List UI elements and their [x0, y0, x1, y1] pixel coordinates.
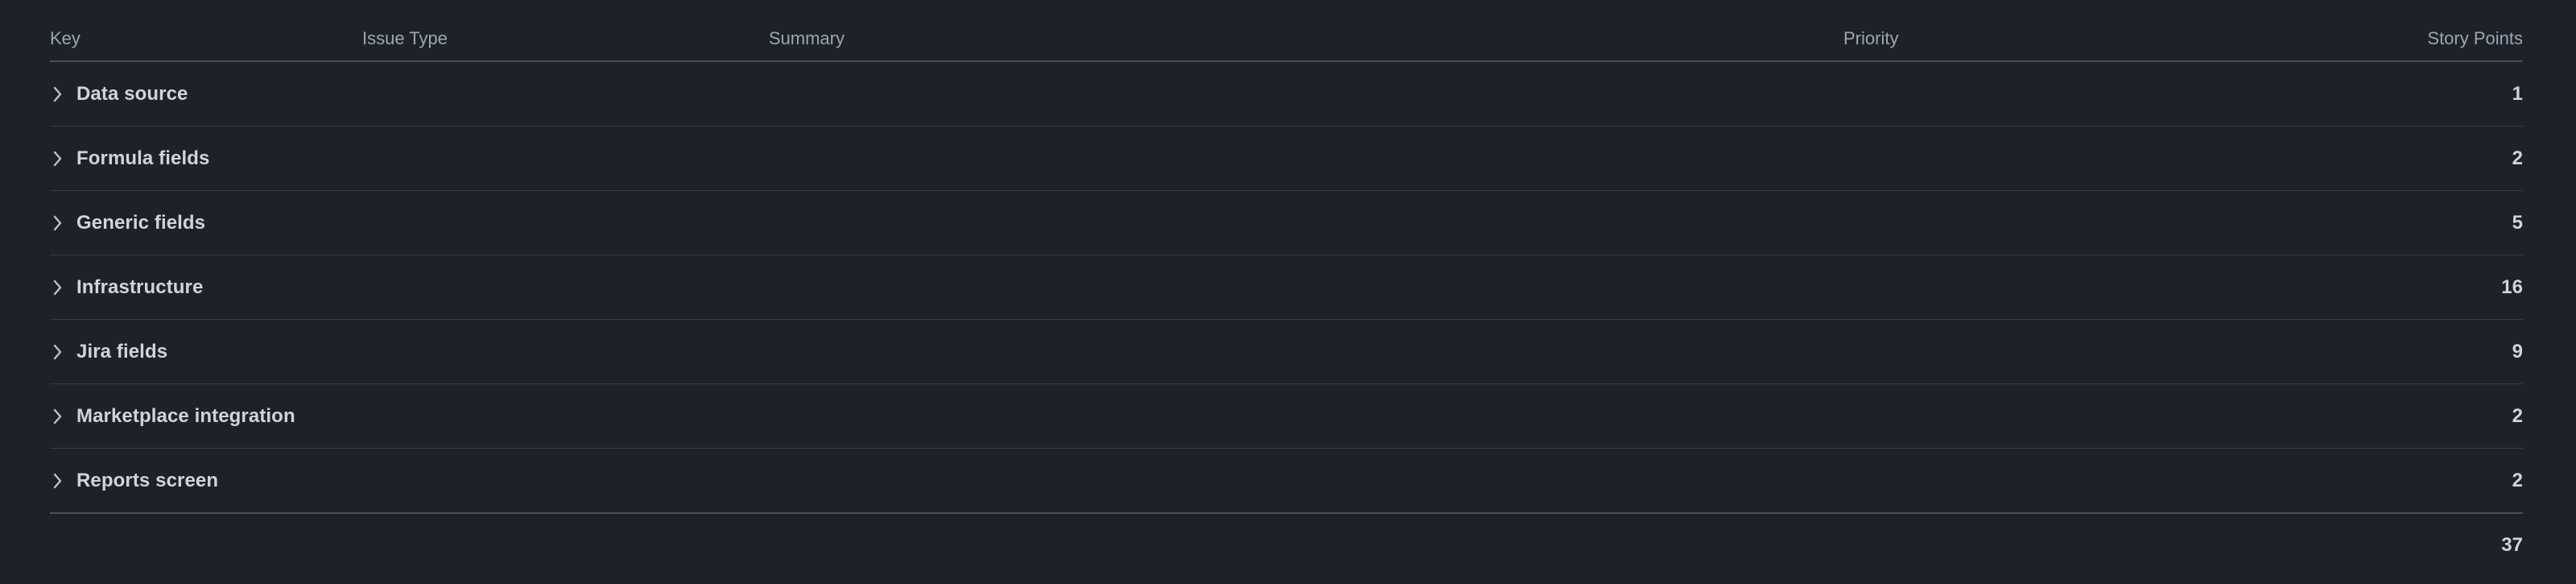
table-row[interactable]: Marketplace integration 2 — [50, 384, 2523, 449]
column-header-key[interactable]: Key — [50, 30, 362, 60]
chevron-right-icon[interactable] — [50, 149, 66, 168]
table-row[interactable]: Generic fields 5 — [50, 191, 2523, 255]
chevron-right-icon[interactable] — [50, 407, 66, 426]
row-group-label: Reports screen — [76, 470, 219, 491]
row-group-label: Marketplace integration — [76, 406, 295, 426]
row-story-points-cell: 1 — [2512, 84, 2523, 104]
chevron-right-icon[interactable] — [50, 213, 66, 233]
issue-summary-table: Key Issue Type Summary Priority Story Po… — [50, 0, 2523, 584]
chevron-right-icon[interactable] — [50, 471, 66, 491]
row-group-label: Infrastructure — [76, 277, 204, 297]
row-key-cell: Infrastructure — [50, 278, 362, 297]
row-story-points-cell: 16 — [2501, 277, 2523, 297]
row-key-cell: Formula fields — [50, 149, 362, 168]
row-key-cell: Reports screen — [50, 471, 362, 491]
column-header-issue-type[interactable]: Issue Type — [362, 30, 769, 60]
row-key-cell: Marketplace integration — [50, 407, 362, 426]
chevron-right-icon[interactable] — [50, 278, 66, 297]
total-story-points-value: 37 — [2501, 534, 2523, 556]
row-story-points-cell: 2 — [2512, 148, 2523, 168]
table-total-row: 37 — [50, 512, 2523, 577]
row-key-cell: Jira fields — [50, 342, 362, 362]
table-row[interactable]: Data source 1 — [50, 62, 2523, 126]
row-story-points-cell: 2 — [2512, 406, 2523, 426]
table-row[interactable]: Reports screen 2 — [50, 449, 2523, 513]
table-row[interactable]: Jira fields 9 — [50, 320, 2523, 384]
column-header-summary[interactable]: Summary — [769, 30, 1843, 60]
column-header-story-points[interactable]: Story Points — [2375, 30, 2523, 60]
row-group-label: Jira fields — [76, 342, 168, 362]
row-story-points-cell: 2 — [2512, 470, 2523, 491]
row-story-points-cell: 9 — [2512, 342, 2523, 362]
table-row[interactable]: Formula fields 2 — [50, 126, 2523, 191]
row-story-points-cell: 5 — [2512, 213, 2523, 233]
chevron-right-icon[interactable] — [50, 342, 66, 362]
row-group-label: Generic fields — [76, 213, 206, 233]
column-header-priority[interactable]: Priority — [1843, 30, 2375, 60]
table-row[interactable]: Infrastructure 16 — [50, 255, 2523, 320]
row-group-label: Data source — [76, 84, 188, 104]
row-group-label: Formula fields — [76, 148, 210, 168]
table-header-row: Key Issue Type Summary Priority Story Po… — [50, 0, 2523, 62]
chevron-right-icon[interactable] — [50, 85, 66, 104]
row-key-cell: Data source — [50, 85, 362, 104]
table-body: Data source 1 Formula fields 2 Generic f… — [50, 62, 2523, 513]
row-key-cell: Generic fields — [50, 213, 362, 233]
